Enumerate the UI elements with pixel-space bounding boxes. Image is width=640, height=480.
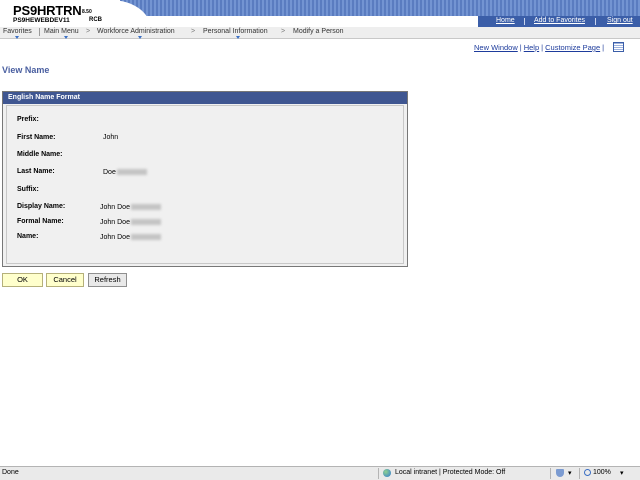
- last-name-value: Doe: [103, 169, 116, 176]
- grid-icon[interactable]: [613, 42, 624, 52]
- formal-name-field: John Doe: [100, 219, 161, 226]
- link-divider: |: [519, 43, 522, 52]
- prefix-label: Prefix:: [17, 116, 39, 123]
- display-name-field: John Doe: [100, 204, 161, 211]
- page-links: New Window | Help | Customize Page |: [474, 43, 606, 52]
- header-links: Home Add to Favorites Sign out: [478, 16, 640, 27]
- dropdown-triangle-icon: [64, 36, 68, 39]
- display-name-label: Display Name:: [17, 203, 66, 210]
- zoom-icon[interactable]: [584, 469, 591, 476]
- redacted-text: [130, 219, 161, 226]
- chevron-down-icon[interactable]: ▾: [620, 469, 624, 477]
- status-text: Done: [2, 469, 19, 476]
- name-field: John Doe: [100, 234, 161, 241]
- system-version: 8.50: [82, 9, 92, 15]
- group-header: English Name Format: [3, 92, 407, 104]
- security-zone[interactable]: Local intranet | Protected Mode: Off: [395, 469, 505, 476]
- last-name-field: Doe: [103, 169, 147, 176]
- header-link-separator: [524, 18, 525, 25]
- chevron-right-icon: >: [281, 28, 286, 35]
- portal-header: PS9HRTRN 8.50 PS9HEWEBDEV11 RCB Home Add…: [0, 0, 640, 27]
- page-title: View Name: [2, 65, 50, 75]
- name-format-group: English Name Format Prefix: First Name: …: [2, 91, 408, 267]
- nav-favorites[interactable]: Favorites: [3, 28, 32, 35]
- chevron-right-icon: >: [86, 28, 91, 35]
- nav-workforce-administration[interactable]: Workforce Administration: [97, 28, 175, 35]
- database-name: PS9HEWEBDEV11: [13, 17, 70, 24]
- status-divider: [579, 468, 580, 479]
- browser-status-bar: Done Local intranet | Protected Mode: Of…: [0, 466, 640, 480]
- sign-out-link[interactable]: Sign out: [607, 17, 633, 24]
- nav-divider: [39, 28, 40, 36]
- formal-name-value: John Doe: [100, 219, 130, 226]
- dropdown-triangle-icon: [15, 36, 19, 39]
- nav-main-menu[interactable]: Main Menu: [44, 28, 79, 35]
- status-divider: [550, 468, 551, 479]
- first-name-label: First Name:: [17, 134, 56, 141]
- first-name-value: John: [103, 134, 119, 141]
- last-name-label: Last Name:: [17, 168, 55, 175]
- name-label: Name:: [17, 233, 39, 240]
- cancel-button[interactable]: Cancel: [46, 273, 84, 287]
- shield-icon[interactable]: [556, 469, 564, 477]
- display-name-value: John Doe: [100, 204, 130, 211]
- dropdown-triangle-icon: [138, 36, 142, 39]
- home-link[interactable]: Home: [496, 17, 515, 24]
- add-to-favorites-link[interactable]: Add to Favorites: [534, 17, 585, 24]
- redacted-text: [116, 169, 147, 176]
- middle-name-label: Middle Name:: [17, 151, 63, 158]
- formal-name-label: Formal Name:: [17, 218, 64, 225]
- user-code: RCB: [89, 17, 102, 23]
- help-link[interactable]: Help: [524, 43, 539, 52]
- chevron-down-icon[interactable]: ▾: [568, 469, 572, 477]
- group-title: English Name Format: [8, 94, 80, 101]
- system-name: PS9HRTRN: [13, 3, 82, 18]
- chevron-right-icon: >: [191, 28, 196, 35]
- globe-icon: [383, 469, 391, 477]
- customize-page-link[interactable]: Customize Page: [545, 43, 600, 52]
- group-body: [6, 105, 404, 264]
- name-value: John Doe: [100, 234, 130, 241]
- ok-button[interactable]: OK: [2, 273, 43, 287]
- refresh-button[interactable]: Refresh: [88, 273, 127, 287]
- header-link-separator: [595, 18, 596, 25]
- breadcrumb-nav: Favorites Main Menu > Workforce Administ…: [0, 27, 640, 39]
- nav-personal-information[interactable]: Personal Information: [203, 28, 268, 35]
- status-divider: [378, 468, 379, 479]
- link-divider: |: [602, 43, 605, 52]
- link-divider: |: [541, 43, 544, 52]
- suffix-label: Suffix:: [17, 186, 39, 193]
- new-window-link[interactable]: New Window: [474, 43, 518, 52]
- zoom-level[interactable]: 100%: [593, 469, 611, 476]
- header-band: [120, 0, 640, 16]
- dropdown-triangle-icon: [236, 36, 240, 39]
- redacted-text: [130, 204, 161, 211]
- redacted-text: [130, 234, 161, 241]
- nav-modify-a-person: Modify a Person: [293, 28, 344, 35]
